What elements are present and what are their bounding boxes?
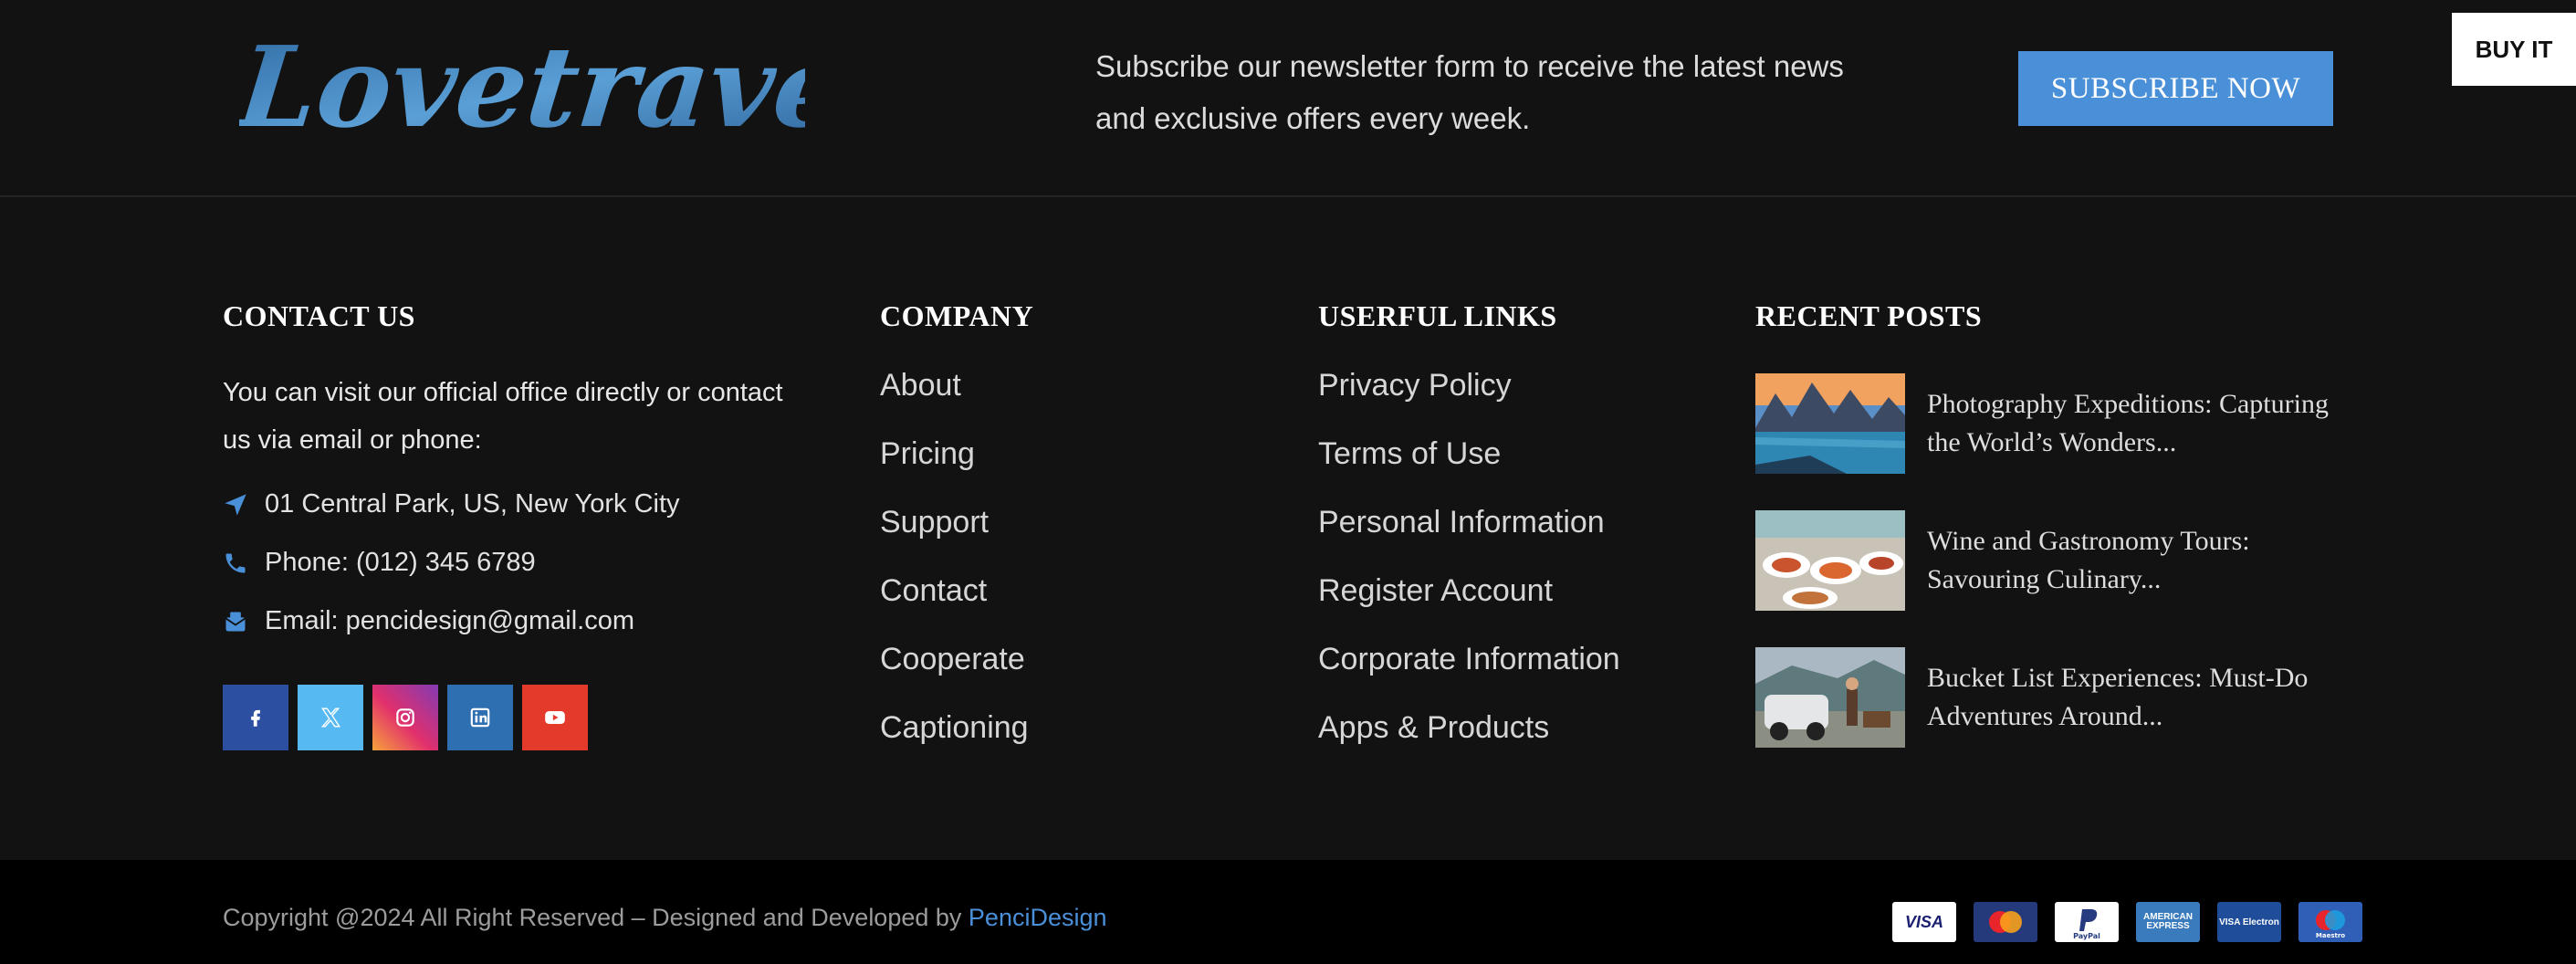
post-title[interactable]: Bucket List Experiences: Must-Do Adventu… [1927, 659, 2356, 736]
social-links [223, 685, 588, 750]
instagram-icon [396, 708, 414, 727]
post-title[interactable]: Photography Expeditions: Capturing the W… [1927, 385, 2356, 462]
visa-electron-icon: VISA Electron [2217, 902, 2281, 942]
linkedin-button[interactable] [447, 685, 513, 750]
phone-icon [223, 550, 248, 576]
useful-links: Privacy Policy Terms of Use Personal Inf… [1318, 365, 1620, 776]
useful-links-heading: USERFUL LINKS [1318, 299, 1557, 332]
copyright-text: Copyright @2024 All Right Reserved – Des… [223, 904, 1107, 932]
newsletter-bar: Lovetravel Subscribe our newsletter form… [0, 0, 2576, 197]
location-arrow-icon [223, 492, 248, 518]
useful-link-privacy-policy[interactable]: Privacy Policy [1318, 368, 1512, 403]
contact-us-heading: CONTACT US [223, 299, 415, 332]
post-title[interactable]: Wine and Gastronomy Tours: Savouring Cul… [1927, 522, 2356, 599]
lovetravel-logo-image: Lovetravel [239, 21, 805, 146]
post-thumbnail-food-table[interactable] [1755, 510, 1905, 611]
company-links: About Pricing Support Contact Cooperate … [880, 365, 1029, 776]
useful-link-personal-information[interactable]: Personal Information [1318, 505, 1605, 540]
buy-it-button[interactable]: BUY IT [2452, 13, 2576, 86]
american-express-icon: AMERICAN EXPRESS [2136, 902, 2200, 942]
recent-post-item[interactable]: Photography Expeditions: Capturing the W… [1755, 373, 2356, 474]
newsletter-description: Subscribe our newsletter form to receive… [1095, 49, 1844, 135]
contact-description: You can visit our official office direct… [223, 378, 783, 455]
x-twitter-button[interactable] [298, 685, 363, 750]
company-link-about[interactable]: About [880, 368, 961, 403]
address-text: 01 Central Park, US, New York City [265, 489, 680, 519]
company-link-pricing[interactable]: Pricing [880, 436, 975, 471]
post-thumbnail-camping-car[interactable] [1755, 647, 1905, 748]
visa-icon: VISA [1892, 902, 1956, 942]
company-link-support[interactable]: Support [880, 505, 989, 540]
company-link-contact[interactable]: Contact [880, 573, 987, 608]
useful-link-register-account[interactable]: Register Account [1318, 573, 1553, 608]
youtube-icon [545, 710, 565, 725]
youtube-button[interactable] [522, 685, 588, 750]
mail-box-icon [223, 609, 248, 634]
useful-link-terms-of-use[interactable]: Terms of Use [1318, 436, 1501, 471]
company-link-cooperate[interactable]: Cooperate [880, 642, 1025, 676]
paypal-icon: PayPal [2055, 902, 2119, 942]
svg-text:Maestro: Maestro [2316, 932, 2345, 939]
subscribe-now-button[interactable]: SUBSCRIBE NOW [2018, 51, 2333, 126]
recent-post-item[interactable]: Bucket List Experiences: Must-Do Adventu… [1755, 647, 2356, 748]
mastercard-icon [1974, 902, 2037, 942]
phone-text: Phone: (012) 345 6789 [265, 548, 536, 577]
svg-text:PayPal: PayPal [2073, 932, 2100, 940]
maestro-icon: Maestro [2299, 902, 2362, 942]
useful-link-apps-products[interactable]: Apps & Products [1318, 710, 1549, 745]
useful-link-corporate-information[interactable]: Corporate Information [1318, 642, 1620, 676]
instagram-button[interactable] [372, 685, 438, 750]
payment-methods: VISA PayPal AMERICAN EXPRESS VISA Electr… [1892, 902, 2362, 942]
company-link-captioning[interactable]: Captioning [880, 710, 1029, 745]
post-thumbnail-mountain-lake[interactable] [1755, 373, 1905, 474]
contact-address: 01 Central Park, US, New York City [223, 489, 680, 519]
svg-text:Lovetravel: Lovetravel [239, 21, 805, 146]
contact-email: Email: pencidesign@gmail.com [223, 606, 634, 636]
copyright-prefix: Copyright @2024 All Right Reserved – Des… [223, 904, 962, 931]
recent-posts-heading: RECENT POSTS [1755, 299, 1983, 332]
facebook-icon [251, 709, 260, 727]
contact-phone: Phone: (012) 345 6789 [223, 548, 536, 578]
company-heading: COMPANY [880, 299, 1034, 332]
email-text: Email: pencidesign@gmail.com [265, 606, 634, 635]
linkedin-icon [470, 707, 490, 728]
x-icon [320, 707, 341, 728]
site-logo[interactable]: Lovetravel [239, 18, 805, 146]
facebook-button[interactable] [223, 685, 288, 750]
pencidesign-link[interactable]: PenciDesign [969, 904, 1107, 931]
recent-post-item[interactable]: Wine and Gastronomy Tours: Savouring Cul… [1755, 510, 2356, 611]
